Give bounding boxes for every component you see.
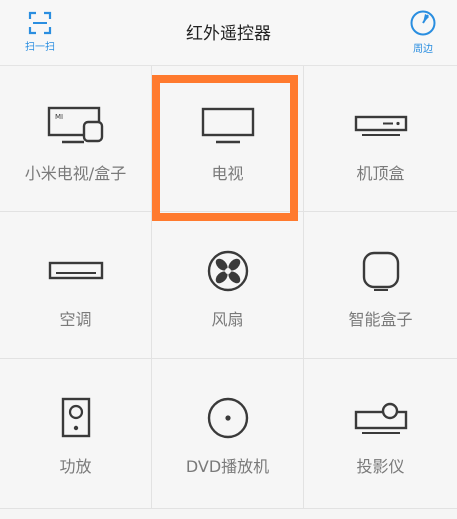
compass-icon [410, 10, 436, 36]
device-label: 机顶盒 [356, 164, 405, 183]
device-label: DVD播放机 [185, 457, 270, 476]
app-header: 扫一扫 红外遥控器 周边 [0, 0, 457, 66]
device-smart-box[interactable]: 智能盒子 [304, 212, 457, 359]
device-label: 小米电视/盒子 [24, 164, 127, 183]
device-label: 投影仪 [356, 457, 405, 476]
projector-icon [354, 402, 407, 434]
tv-icon [201, 107, 254, 144]
smart-box-icon [362, 251, 399, 291]
device-air-conditioner[interactable]: 空调 [0, 212, 152, 359]
device-label: 功放 [59, 457, 92, 476]
nearby-label: 周边 [413, 44, 433, 55]
dvd-player-icon [207, 397, 248, 439]
page-title: 红外遥控器 [186, 24, 271, 44]
device-tv[interactable]: 电视 [152, 66, 304, 212]
svg-text:MI: MI [55, 113, 63, 121]
device-amplifier[interactable]: 功放 [0, 359, 152, 509]
device-label: 风扇 [211, 310, 244, 329]
fan-icon [207, 250, 248, 292]
device-set-top-box[interactable]: 机顶盒 [304, 66, 457, 212]
device-mi-tv-box[interactable]: MI 小米电视/盒子 [0, 66, 152, 212]
amplifier-icon [61, 397, 90, 438]
device-fan[interactable]: 风扇 [152, 212, 304, 359]
device-label: 空调 [59, 310, 92, 329]
device-label: 智能盒子 [348, 310, 413, 329]
device-label: 电视 [211, 164, 244, 183]
device-projector[interactable]: 投影仪 [304, 359, 457, 509]
device-dvd-player[interactable]: DVD播放机 [152, 359, 304, 509]
device-grid: MI 小米电视/盒子 电视 机顶盒 空调 风扇 智能盒子 功放 DVD播放机 投… [0, 66, 457, 519]
air-conditioner-icon [48, 261, 103, 280]
nearby-button[interactable]: 周边 [397, 9, 449, 59]
set-top-box-icon [354, 115, 407, 136]
mi-tv-box-icon: MI [47, 106, 103, 144]
